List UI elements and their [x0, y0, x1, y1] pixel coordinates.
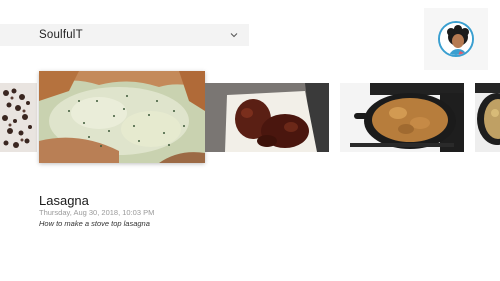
thumbnail-skillet-pasta[interactable]: [340, 83, 464, 152]
video-date: Thursday, Aug 30, 2018, 10:03 PM: [39, 208, 155, 217]
profile-avatar[interactable]: [424, 8, 488, 70]
video-description: How to make a stove top lasagna: [39, 219, 150, 228]
account-name: SoulfulT: [39, 29, 83, 41]
account-selector[interactable]: SoulfulT: [0, 24, 249, 46]
thumbnail-meat-on-paper[interactable]: [205, 83, 329, 152]
thumbnail-pan-partial[interactable]: [475, 83, 500, 152]
chevron-down-icon: [230, 33, 238, 38]
thumbnail-lasagna-cheese[interactable]: [39, 71, 205, 163]
video-title: Lasagna: [39, 193, 89, 208]
app-screen: SoulfulT Lasagna Thursday, Aug 30, 2018,…: [0, 0, 500, 281]
thumbnail-dark-crumble[interactable]: [0, 83, 37, 152]
avatar-image: [438, 21, 474, 57]
